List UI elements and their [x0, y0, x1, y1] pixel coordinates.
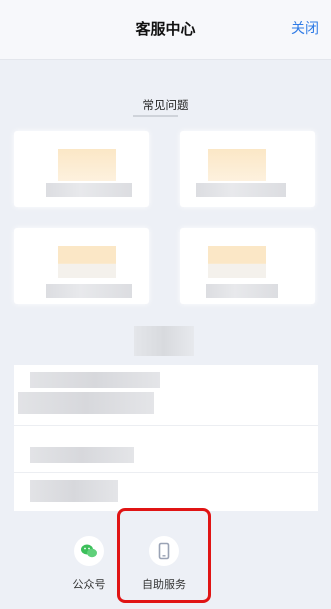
wechat-icon — [74, 536, 104, 566]
page-title: 客服中心 — [135, 20, 196, 38]
faq-card[interactable] — [14, 228, 149, 304]
faq-section-title: 常见问题 — [142, 98, 189, 112]
list-item-redacted[interactable] — [30, 480, 118, 502]
list-item-redacted[interactable] — [30, 447, 134, 463]
section-title-underline — [133, 115, 178, 117]
list-item-redacted[interactable] — [18, 392, 154, 414]
card-thumbnail — [208, 149, 266, 181]
faq-card[interactable] — [14, 131, 149, 207]
card-label-redacted — [46, 183, 132, 197]
card-thumbnail — [208, 246, 266, 278]
close-button[interactable]: 关闭 — [291, 18, 319, 38]
card-label-redacted — [206, 284, 278, 298]
service-label: 公众号 — [72, 578, 106, 591]
faq-card[interactable] — [180, 228, 315, 304]
header-bar: 客服中心 关闭 — [0, 0, 331, 60]
card-thumbnail — [58, 149, 116, 181]
card-label-redacted — [46, 284, 132, 298]
list-divider — [14, 472, 318, 473]
card-thumbnail — [58, 246, 116, 278]
highlight-annotation — [117, 508, 211, 603]
faq-card[interactable] — [180, 131, 315, 207]
service-wechat-official[interactable]: 公众号 — [58, 536, 120, 592]
list-item-redacted[interactable] — [30, 372, 160, 388]
list-divider — [14, 425, 318, 426]
card-label-redacted — [196, 183, 286, 197]
more-button-redacted[interactable] — [134, 326, 194, 356]
